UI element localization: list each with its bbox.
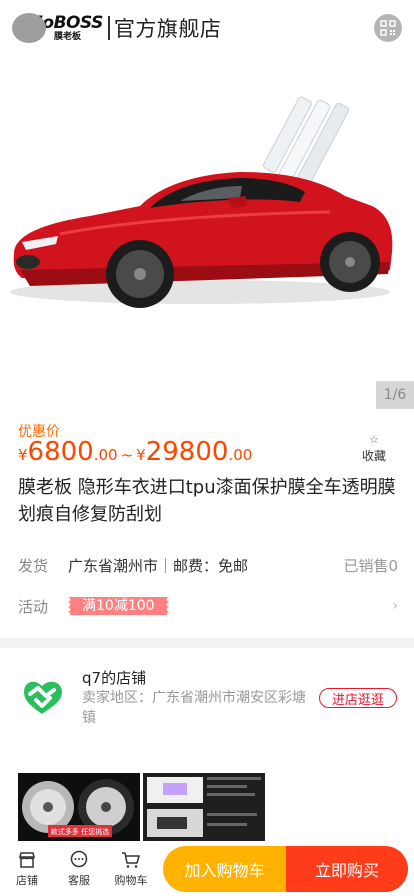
brand-logo[interactable]: MoBOSS 膜老板 (12, 11, 103, 45)
thumb-banner-text: 款式多多 任您挑选 (51, 827, 109, 836)
chat-icon (70, 850, 88, 867)
tab-cart[interactable]: 购物车 (105, 850, 157, 888)
product-image (10, 96, 393, 308)
shop-area: 卖家地区：广东省潮州市潮安区彩塘镇 (82, 690, 306, 726)
section-divider (0, 638, 414, 648)
tab-label: 客服 (68, 873, 90, 887)
tab-customer-service[interactable]: 客服 (53, 850, 105, 888)
favorite-label: 收藏 (361, 449, 386, 463)
price-separator: ~ (120, 446, 134, 464)
shop-name[interactable]: q7的店铺 (82, 667, 146, 688)
logo-circle (12, 13, 46, 43)
price-high: 29800 (145, 437, 229, 467)
qr-code-icon[interactable] (374, 14, 402, 42)
buy-now-button[interactable]: 立即购买 (286, 846, 408, 892)
tab-label: 店铺 (16, 873, 38, 887)
logo-divider (107, 16, 110, 40)
price-range: ¥ 6800 .00 ~ ¥ 29800 .00 (18, 437, 252, 467)
add-to-cart-button[interactable]: 加入购物车 (163, 846, 286, 892)
shop-logo-icon[interactable] (20, 676, 66, 716)
tab-store[interactable]: 店铺 (1, 850, 53, 888)
store-title: 官方旗舰店 (113, 17, 222, 41)
shipping-fee: 邮费：免邮 (173, 556, 249, 575)
logo-sub-text: 膜老板 (54, 31, 82, 42)
star-icon: ☆ (369, 433, 379, 446)
sold-count: 已销售0 (343, 556, 398, 575)
shipping-label: 发货 (18, 556, 49, 575)
favorite-button[interactable]: ☆ 收藏 (362, 434, 386, 464)
shop-product-thumbnail[interactable]: 款式多多 任您挑选 (18, 773, 140, 841)
currency-symbol: ¥ (18, 446, 28, 464)
bottom-action-bar: 店铺 客服 购物车 加入购物车 立即购买 (0, 841, 414, 896)
shipping-location: 广东省潮州市 (68, 556, 159, 575)
product-page: MoBOSS 膜老板 官方旗舰店 1/6 优惠价 ¥ 6800 .00 ~ ¥ … (0, 0, 414, 896)
image-pager: 1/6 (376, 381, 414, 409)
activity-row[interactable]: 活动 满10减100 › (18, 594, 398, 618)
product-title: 膜老板 隐形车衣进口tpu漆面保护膜全车透明膜划痕自修复防刮划 (18, 477, 396, 525)
price-low-decimal: .00 (93, 446, 118, 464)
tab-label: 购物车 (114, 873, 148, 887)
activity-label: 活动 (18, 597, 49, 616)
shipping-divider (165, 557, 167, 573)
coupon-badge[interactable]: 满10减100 (68, 597, 169, 615)
currency-symbol: ¥ (136, 446, 146, 464)
chevron-right-icon: › (392, 598, 398, 614)
price-high-decimal: .00 (228, 446, 253, 464)
cart-icon (122, 851, 140, 868)
shipping-row: 发货 广东省潮州市 邮费：免邮 已销售0 (18, 553, 398, 577)
enter-shop-button[interactable]: 进店逛逛 (319, 688, 397, 708)
shop-product-thumbnail[interactable] (143, 773, 265, 841)
store-icon (19, 851, 35, 868)
store-header: MoBOSS 膜老板 官方旗舰店 (0, 0, 414, 56)
product-image-gallery[interactable] (0, 56, 414, 410)
price-low: 6800 (27, 437, 94, 467)
